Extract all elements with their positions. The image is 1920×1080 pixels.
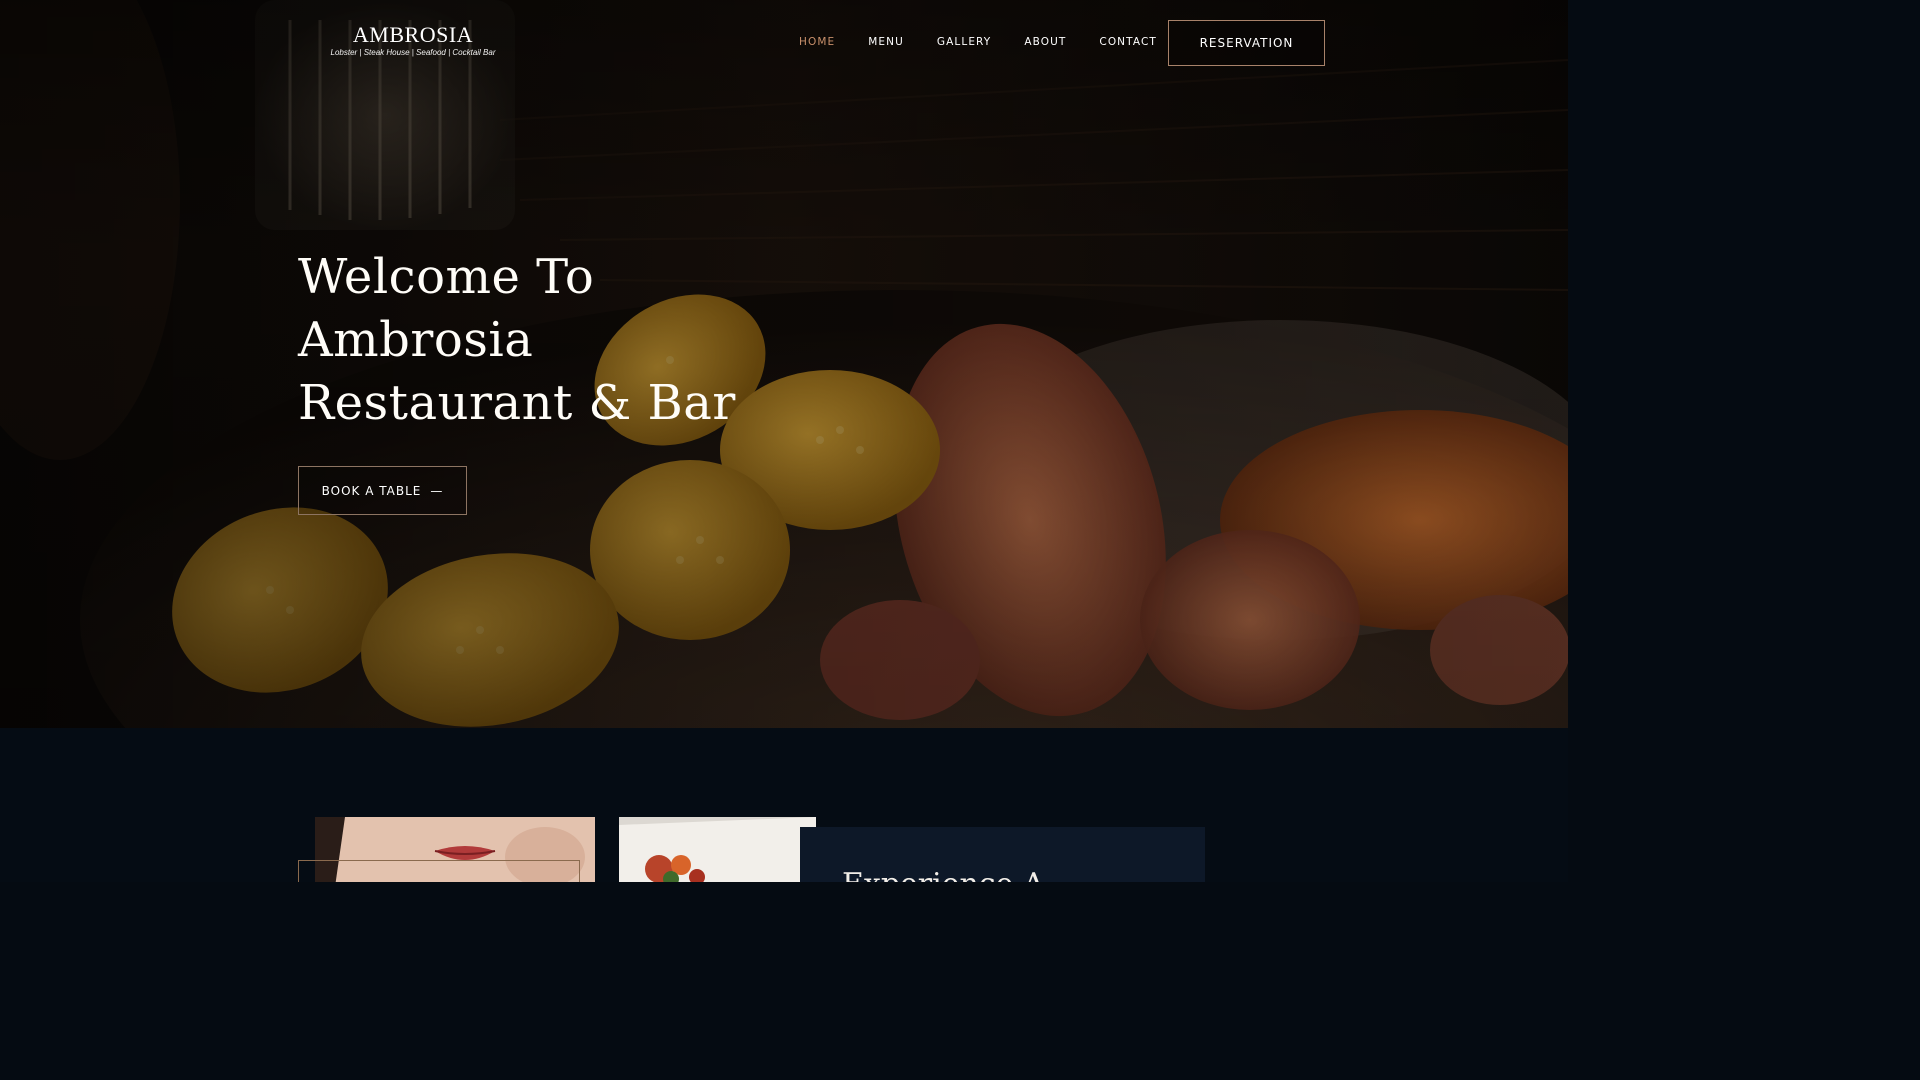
food-image (619, 817, 816, 882)
site-header: AMBROSIA Lobster | Steak House | Seafood… (0, 0, 1568, 85)
page: AMBROSIA Lobster | Steak House | Seafood… (0, 0, 1568, 882)
hero-section: AMBROSIA Lobster | Steak House | Seafood… (0, 0, 1568, 728)
main-nav: HOME MENU GALLERY ABOUT CONTACT (799, 34, 1190, 50)
reservation-button[interactable]: RESERVATION (1168, 20, 1325, 66)
about-section: Experience A (0, 728, 1568, 882)
brand-tagline: Lobster | Steak House | Seafood | Cockta… (330, 48, 496, 57)
book-table-button[interactable]: BOOK A TABLE — (298, 466, 467, 515)
hero-title-line-3: Restaurant & Bar (298, 375, 736, 431)
hero-title-line-2: Ambrosia (298, 312, 534, 368)
food-photo (619, 817, 816, 882)
nav-item-about[interactable]: ABOUT (1024, 36, 1066, 48)
brand-name: AMBROSIA (352, 22, 474, 47)
nav-item-gallery[interactable]: GALLERY (937, 36, 991, 48)
nav-item-home[interactable]: HOME (799, 36, 835, 48)
book-table-label: BOOK A TABLE (321, 483, 422, 498)
intro-card-title: Experience A (842, 867, 1045, 882)
hero-title: Welcome To Ambrosia Restaurant & Bar (298, 246, 858, 435)
nav-item-menu[interactable]: MENU (868, 36, 904, 48)
nav-item-contact[interactable]: CONTACT (1099, 36, 1157, 48)
long-dash-icon: — (430, 483, 444, 498)
intro-card: Experience A (800, 827, 1205, 882)
brand-logo[interactable]: AMBROSIA Lobster | Steak House | Seafood… (330, 22, 496, 58)
image-frame-accent (298, 860, 580, 882)
hero-title-line-1: Welcome To (298, 249, 595, 305)
